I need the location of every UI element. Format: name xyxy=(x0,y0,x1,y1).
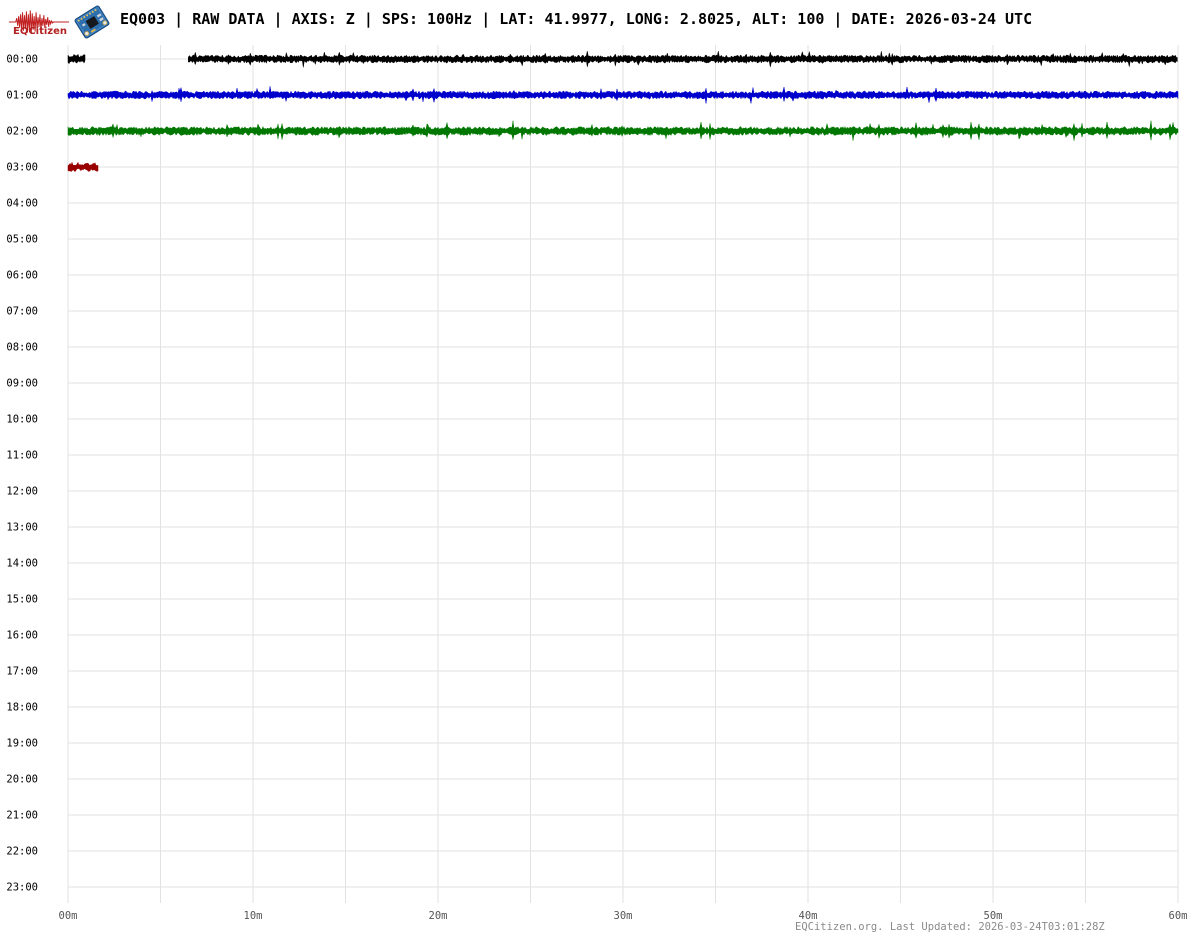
helicorder-page: 00:00 01:00 02:00 03:00 04:00 05:00 06:00 07:00… xyxy=(0,0,1200,940)
y-axis-label: 18:00 xyxy=(6,702,38,714)
y-axis-label: 01:00 xyxy=(6,90,38,102)
x-axis-label: 20m xyxy=(429,910,448,922)
sensor-board-icon xyxy=(74,5,110,39)
x-axis-label: 00m xyxy=(59,910,78,922)
y-axis-label: 00:00 xyxy=(6,54,38,66)
page-title: EQ003 | RAW DATA | AXIS: Z | SPS: 100Hz … xyxy=(120,10,1033,28)
y-axis-label: 20:00 xyxy=(6,774,38,786)
y-axis-label: 17:00 xyxy=(6,666,38,678)
y-axis-label: 16:00 xyxy=(6,630,38,642)
x-axis-label: 60m xyxy=(1169,910,1188,922)
y-axis-label: 23:00 xyxy=(6,882,38,894)
y-axis-label: 03:00 xyxy=(6,162,38,174)
x-axis-label: 10m xyxy=(244,910,263,922)
y-axis-label: 13:00 xyxy=(6,522,38,534)
y-axis-label: 11:00 xyxy=(6,450,38,462)
y-axis-label: 07:00 xyxy=(6,306,38,318)
y-axis-label: 08:00 xyxy=(6,342,38,354)
seismic-trace-03:00 xyxy=(67,161,99,173)
seismic-trace-00:00 xyxy=(67,53,86,65)
x-axis-label: 30m xyxy=(614,910,633,922)
y-axis-label: 10:00 xyxy=(6,414,38,426)
helicorder-plot: 00:00 01:00 02:00 03:00 04:00 05:00 06:00 07:00… xyxy=(6,45,1188,922)
y-axis-label: 14:00 xyxy=(6,558,38,570)
footer-text: EQCitizen.org. Last Updated: 2026-03-24T… xyxy=(795,921,1105,933)
y-axis-label: 19:00 xyxy=(6,738,38,750)
seismic-trace-00:00 xyxy=(188,50,1178,68)
y-axis-label: 02:00 xyxy=(6,126,38,138)
y-axis-label: 12:00 xyxy=(6,486,38,498)
y-axis-label: 22:00 xyxy=(6,846,38,858)
y-axis-label: 05:00 xyxy=(6,234,38,246)
y-axis-label: 04:00 xyxy=(6,198,38,210)
header: EQCitizen EQ003 | RAW DATA | AXIS: Z | S… xyxy=(0,0,1200,44)
y-axis-label: 15:00 xyxy=(6,594,38,606)
y-axis-label: 21:00 xyxy=(6,810,38,822)
eqcitizen-logo-text: EQCitizen xyxy=(12,26,68,37)
y-axis-label: 09:00 xyxy=(6,378,38,390)
y-axis-label: 06:00 xyxy=(6,270,38,282)
